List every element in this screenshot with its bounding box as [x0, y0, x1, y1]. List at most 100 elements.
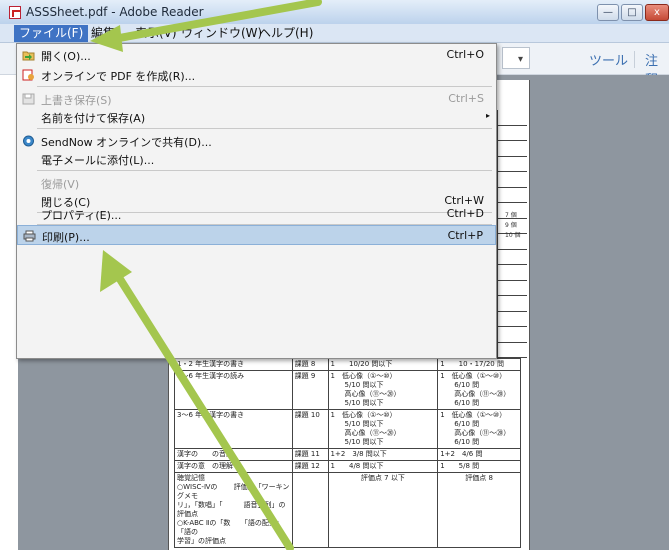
cell-line: 高心像（⑪～⑳）	[330, 390, 401, 398]
footnote-line: ○WISC-Ⅳの 評価点「ワーキングメモ	[177, 483, 290, 500]
footnote-line: リ」，「数唱」「 語音整列」の評価点	[177, 501, 286, 518]
page-note-10: 10 個	[505, 232, 521, 239]
menu-help[interactable]: ヘルプ(H)	[254, 25, 318, 42]
menu-item-revert[interactable]: 復帰(V)	[17, 173, 496, 193]
table-cell: 1 低心像（①～⑩） 5/10 問以下 高心像（⑪～⑳） 5/10 問以下	[327, 409, 439, 449]
menu-item-label: 印刷(P)...	[42, 231, 90, 244]
adobe-reader-window: ASSSheet.pdf - Adobe Reader — □ x ファイル(F…	[0, 0, 669, 550]
menu-item-print[interactable]: 印刷(P)... Ctrl+P	[17, 225, 496, 245]
table-cell: 課題 10	[291, 409, 329, 449]
cell-line: 高心像（⑪～⑳）	[440, 390, 511, 398]
table-cell: 1+2 4/6 問	[437, 448, 521, 461]
create-pdf-icon	[22, 69, 34, 81]
table-cell: 3～6 年生漢字の読み	[174, 370, 293, 410]
table-cell	[291, 472, 329, 548]
table-row: 漢字の の音韻 課題 11 1+2 3/8 問以下 1+2 4/6 問	[174, 448, 521, 461]
table-cell: 1 4/8 問以下	[327, 460, 439, 473]
page-note-9: 9 個	[505, 222, 517, 229]
menu-item-shortcut: Ctrl+S	[448, 92, 484, 105]
file-menu-dropdown: 開く(O)... Ctrl+O オンラインで PDF を作成(R)... 上書き…	[16, 43, 497, 359]
footnote-line: ○K-ABC Ⅱの「数 「語の配列」「語の	[177, 519, 283, 536]
menu-item-label: オンラインで PDF を作成(R)...	[41, 70, 196, 83]
maximize-button[interactable]: □	[621, 4, 643, 21]
title-bar: ASSSheet.pdf - Adobe Reader — □ x	[0, 0, 669, 24]
cell-line: 5/10 問以下	[330, 438, 384, 446]
cell-line: 聴覚記憶	[177, 474, 205, 482]
table-cell: 1 低心像（①～⑩） 5/10 問以下 高心像（⑪～⑳） 5/10 問以下	[327, 370, 439, 410]
cell-line: 1 低心像（①～⑩）	[440, 372, 507, 380]
menu-item-label: 復帰(V)	[41, 178, 80, 191]
chevron-down-icon: ▾	[518, 54, 524, 65]
table-cell: 課題 9	[291, 370, 329, 410]
table-row: 3～6 年生漢字の書き 課題 10 1 低心像（①～⑩） 5/10 問以下 高心…	[174, 409, 521, 449]
table-cell: 課題 11	[291, 448, 329, 461]
menu-item-create-pdf[interactable]: オンラインで PDF を作成(R)...	[17, 65, 496, 85]
table-row: 漢字の意 の理解 課題 12 1 4/8 問以下 1 5/8 問	[174, 460, 521, 473]
cell-line: 5/10 問以下	[330, 399, 384, 407]
table-cell: 評価点 7 以下	[327, 472, 439, 548]
menu-item-open[interactable]: 開く(O)... Ctrl+O	[17, 45, 496, 65]
menu-item-shortcut: Ctrl+O	[446, 48, 484, 61]
menu-edit[interactable]: 編集	[86, 25, 120, 42]
cell-line: 高心像（⑪～⑳）	[330, 429, 401, 437]
table-cell: 聴覚記憶 ○WISC-Ⅳの 評価点「ワーキングメモ リ」，「数唱」「 語音整列」…	[174, 472, 293, 548]
table-row: 3～6 年生漢字の読み 課題 9 1 低心像（①～⑩） 5/10 問以下 高心像…	[174, 370, 521, 410]
footnote-line: 学習」の評価点	[177, 537, 226, 545]
table-cell: 3～6 年生漢字の書き	[174, 409, 293, 449]
cell-line: 1 低心像（①～⑩）	[330, 372, 397, 380]
table-cell: 1 5/8 問	[437, 460, 521, 473]
table-cell: 1 低心像（①～⑩） 6/10 問 高心像（⑪～⑳） 6/10 問	[437, 370, 521, 410]
table-cell: 漢字の の音韻	[174, 448, 293, 461]
table-cell: 評価点 8	[437, 472, 521, 548]
table-cell: 1+2 3/8 問以下	[327, 448, 439, 461]
save-icon	[22, 93, 35, 105]
table-cell: 1 10/20 問以下	[327, 358, 439, 371]
menu-item-sendnow[interactable]: SendNow オンラインで共有(D)...	[17, 131, 496, 151]
adobe-reader-app-icon	[9, 6, 21, 19]
menu-view[interactable]: 表示(V)	[130, 25, 182, 42]
menu-item-label: 上書き保存(S)	[41, 94, 112, 107]
page-note-7: 7 個	[505, 212, 517, 219]
window-title: ASSSheet.pdf - Adobe Reader	[26, 5, 204, 19]
sendnow-icon	[23, 135, 34, 147]
cell-line: 6/10 問	[440, 438, 480, 446]
menu-item-label: SendNow オンラインで共有(D)...	[41, 136, 212, 149]
close-button[interactable]: x	[645, 4, 669, 21]
cell-line: 高心像（⑪～⑳）	[440, 429, 511, 437]
menu-item-label: 名前を付けて保存(A)	[41, 112, 146, 125]
cell-line: 6/10 問	[440, 420, 480, 428]
menu-item-label: 電子メールに添付(L)...	[41, 154, 155, 167]
table-cell: 1 10・17/20 問	[437, 358, 521, 371]
toolbar-separator	[634, 51, 635, 68]
menu-item-shortcut: Ctrl+P	[447, 229, 483, 242]
cell-line: 5/10 問以下	[330, 420, 384, 428]
menu-item-label: 開く(O)...	[41, 50, 91, 63]
table-row: 聴覚記憶 ○WISC-Ⅳの 評価点「ワーキングメモ リ」，「数唱」「 語音整列」…	[174, 472, 521, 548]
cell-line: 5/10 問以下	[330, 381, 384, 389]
menu-separator	[37, 170, 492, 171]
cell-line: 6/10 問	[440, 399, 480, 407]
menu-item-properties[interactable]: プロパティ(E)... Ctrl+D	[17, 204, 496, 224]
menu-item-save[interactable]: 上書き保存(S) Ctrl+S	[17, 89, 496, 109]
cell-line: 6/10 問	[440, 381, 480, 389]
table-row: 1・2 年生漢字の書き 課題 8 1 10/20 問以下 1 10・17/20 …	[174, 358, 521, 371]
submenu-arrow-icon: ▸	[485, 111, 490, 120]
menu-item-save-as[interactable]: 名前を付けて保存(A) ▸	[17, 107, 496, 127]
cell-line: 1 低心像（①～⑩）	[330, 411, 397, 419]
table-cell: 課題 12	[291, 460, 329, 473]
menu-item-shortcut: Ctrl+D	[446, 207, 484, 220]
menu-bar: ファイル(F) 編集 表示(V) ウィンドウ(W) ヘルプ(H)	[0, 24, 669, 43]
table-cell: 課題 8	[291, 358, 329, 371]
tools-button[interactable]: ツール	[589, 50, 628, 69]
menu-separator	[37, 86, 492, 87]
table-cell: 漢字の意 の理解	[174, 460, 293, 473]
table-cell: 1・2 年生漢字の書き	[174, 358, 293, 371]
menu-item-attach-email[interactable]: 電子メールに添付(L)...	[17, 149, 496, 169]
menu-file[interactable]: ファイル(F)	[14, 25, 89, 42]
pdf-table: 1・2 年生漢字の書き 課題 8 1 10/20 問以下 1 10・17/20 …	[174, 358, 521, 548]
printer-icon	[23, 230, 36, 242]
menu-separator	[37, 128, 492, 129]
minimize-button[interactable]: —	[597, 4, 619, 21]
zoom-dropdown[interactable]	[502, 47, 530, 69]
open-folder-icon	[22, 51, 35, 61]
